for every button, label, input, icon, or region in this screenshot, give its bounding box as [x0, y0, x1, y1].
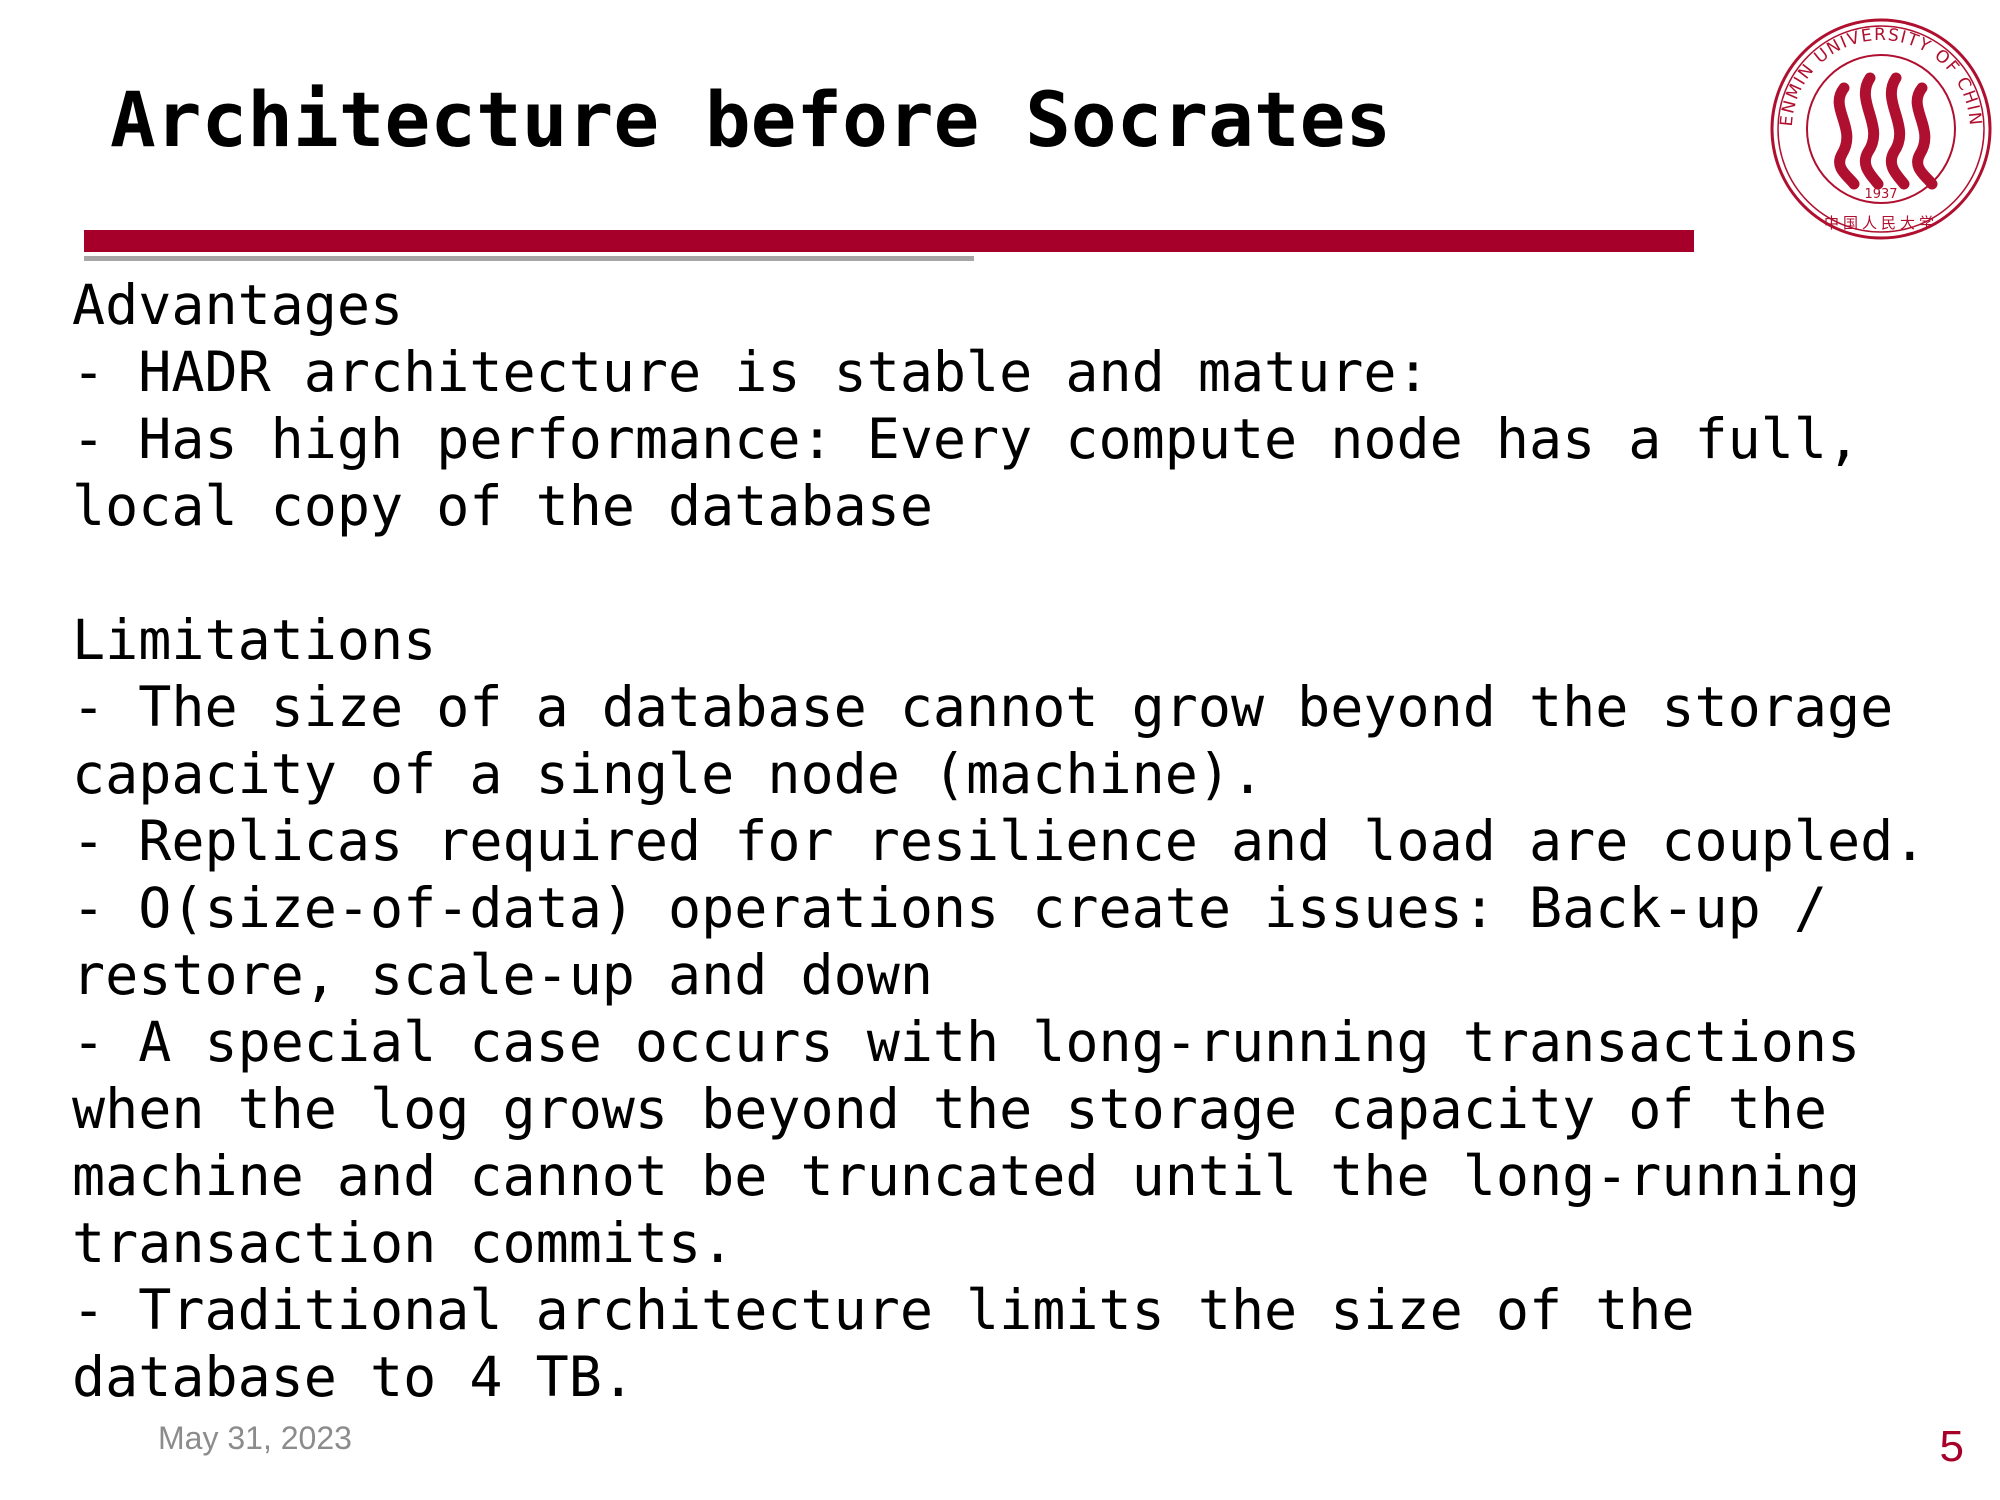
slide-title: Architecture before Socrates — [110, 75, 1392, 164]
advantages-heading: Advantages — [72, 273, 404, 337]
university-seal-logo: RENMIN UNIVERSITY OF CHINA 1937 中国人民大学 — [1768, 16, 1992, 240]
limitations-line: - A special case occurs with long-runnin… — [72, 1010, 1861, 1074]
slide: Architecture before Socrates RENMIN UNIV… — [0, 0, 2000, 1500]
advantages-line: - HADR architecture is stable and mature… — [72, 340, 1430, 404]
page-number: 5 — [1939, 1422, 1964, 1471]
limitations-line: - O(size-of-data) operations create issu… — [72, 876, 1827, 940]
title-underline-gray — [84, 256, 974, 261]
logo-year: 1937 — [1864, 187, 1897, 202]
limitations-line: - Replicas required for resilience and l… — [72, 809, 1927, 873]
limitations-line: transaction commits. — [72, 1211, 735, 1275]
slide-body: Advantages - HADR architecture is stable… — [72, 272, 1982, 1411]
limitations-line: database to 4 TB. — [72, 1345, 635, 1409]
logo-chinese-name: 中国人民大学 — [1824, 214, 1938, 232]
title-underline-red — [84, 230, 1694, 252]
limitations-line: machine and cannot be truncated until th… — [72, 1144, 1861, 1208]
limitations-line: - The size of a database cannot grow bey… — [72, 675, 1894, 739]
limitations-heading: Limitations — [72, 608, 437, 672]
advantages-line: local copy of the database — [72, 474, 933, 538]
footer-date: May 31, 2023 — [158, 1420, 352, 1456]
limitations-line: capacity of a single node (machine). — [72, 742, 1265, 806]
limitations-line: when the log grows beyond the storage ca… — [72, 1077, 1827, 1141]
advantages-line: - Has high performance: Every compute no… — [72, 407, 1861, 471]
limitations-line: - Traditional architecture limits the si… — [72, 1278, 1695, 1342]
limitations-line: restore, scale-up and down — [72, 943, 933, 1007]
